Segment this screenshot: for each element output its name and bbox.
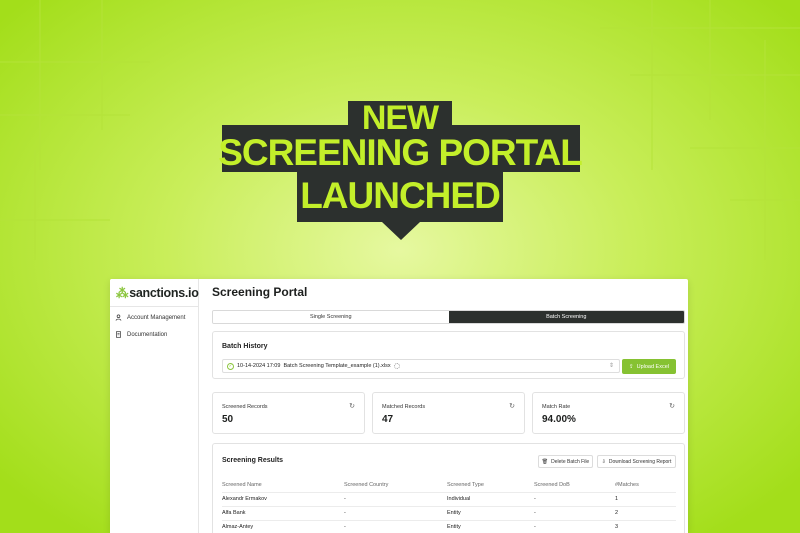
cell: Alfa Bank	[222, 506, 344, 521]
banner-line-screening-portal: SCREENING PORTAL	[218, 132, 583, 173]
screening-mode-tabs: Single Screening Batch Screening	[212, 310, 685, 324]
cell: Entity	[447, 506, 534, 521]
logo-mark-icon: ⁂	[116, 286, 129, 300]
sidebar: ⁂sanctions.io Account Management Documen…	[110, 279, 199, 533]
batch-file-name: Batch Screening Template_example (1).xls…	[283, 363, 391, 369]
column-header[interactable]: Screened Type	[447, 479, 534, 493]
page-title: Screening Portal	[212, 285, 308, 299]
cell: -	[534, 492, 615, 507]
refresh-icon[interactable]: ↻	[669, 402, 675, 410]
batch-file-select[interactable]: ✓ 10-14-2024 17:09 Batch Screening Templ…	[222, 359, 620, 373]
stat-card-match-rate: Match Rate 94.00% ↻	[532, 392, 685, 434]
column-header[interactable]: #Matches	[615, 479, 676, 493]
cell: -	[534, 506, 615, 521]
cell: -	[344, 506, 447, 521]
logo[interactable]: ⁂sanctions.io	[116, 285, 199, 300]
stat-label: Match Rate	[542, 404, 571, 410]
check-circle-icon: ✓	[227, 362, 234, 370]
chevron-updown-icon: ⇕	[608, 363, 614, 369]
document-icon	[116, 331, 121, 338]
tab-single-screening[interactable]: Single Screening	[213, 311, 449, 323]
batch-history-card: Batch History ✓ 10-14-2024 17:09 Batch S…	[212, 331, 685, 379]
stat-card-screened-records: Screened Records 50 ↻	[212, 392, 365, 434]
table-row[interactable]: Alfa Bank - Entity - 2	[222, 506, 676, 521]
stat-value: 50	[222, 414, 234, 425]
batch-file-date: 10-14-2024 17:09	[237, 363, 281, 369]
table-row[interactable]: Almaz-Antey - Entity - 3	[222, 520, 676, 533]
cell: Individual	[447, 492, 534, 507]
stat-value: 47	[382, 414, 394, 425]
loading-spinner-icon	[393, 363, 400, 369]
cell: 1	[615, 492, 676, 507]
tab-batch-screening[interactable]: Batch Screening	[448, 311, 684, 323]
cell: Alexandr Ermakov	[222, 492, 344, 507]
screening-results-title: Screening Results	[222, 457, 284, 464]
results-table: Screened Name Screened Country Screened …	[222, 479, 676, 533]
stat-label: Matched Records	[382, 404, 426, 410]
refresh-icon[interactable]: ↻	[509, 402, 515, 410]
delete-batch-file-button[interactable]: 🗑 Delete Batch File	[538, 455, 593, 468]
sidebar-item-documentation[interactable]: Documentation	[115, 331, 167, 338]
sidebar-item-label: Account Management	[127, 314, 186, 321]
download-icon: ⇩	[601, 458, 606, 465]
trash-icon: 🗑	[541, 458, 549, 465]
main-content: Screening Portal Single Screening Batch …	[200, 279, 688, 533]
cell: -	[534, 520, 615, 533]
stat-card-matched-records: Matched Records 47 ↻	[372, 392, 525, 434]
column-header[interactable]: Screened DoB	[534, 479, 615, 493]
cell: Entity	[447, 520, 534, 533]
cell: -	[344, 520, 447, 533]
cell: -	[344, 492, 447, 507]
column-header[interactable]: Screened Country	[344, 479, 447, 493]
sidebar-divider	[110, 306, 199, 307]
refresh-icon[interactable]: ↻	[349, 402, 355, 410]
stat-value: 94.00%	[542, 414, 576, 425]
table-header-row: Screened Name Screened Country Screened …	[222, 479, 676, 493]
table-row[interactable]: Alexandr Ermakov - Individual - 1	[222, 492, 676, 507]
banner-line-launched: LAUNCHED	[300, 175, 501, 216]
app-window: ⁂sanctions.io Account Management Documen…	[110, 279, 688, 533]
banner-line-new: NEW	[361, 99, 439, 137]
screening-results-card: Screening Results 🗑 Delete Batch File ⇩ …	[212, 443, 685, 533]
stat-label: Screened Records	[222, 404, 268, 410]
cell: 2	[615, 506, 676, 521]
batch-history-title: Batch History	[222, 343, 268, 350]
upload-excel-button[interactable]: ⇪ Upload Excel	[622, 359, 676, 374]
upload-icon: ⇪	[628, 363, 634, 370]
user-icon	[115, 314, 122, 321]
column-header[interactable]: Screened Name	[222, 479, 344, 493]
cell: 3	[615, 520, 676, 533]
sidebar-item-account-management[interactable]: Account Management	[115, 314, 185, 321]
sidebar-item-label: Documentation	[127, 331, 168, 338]
download-screening-report-button[interactable]: ⇩ Download Screening Report	[597, 455, 676, 468]
cell: Almaz-Antey	[222, 520, 344, 533]
